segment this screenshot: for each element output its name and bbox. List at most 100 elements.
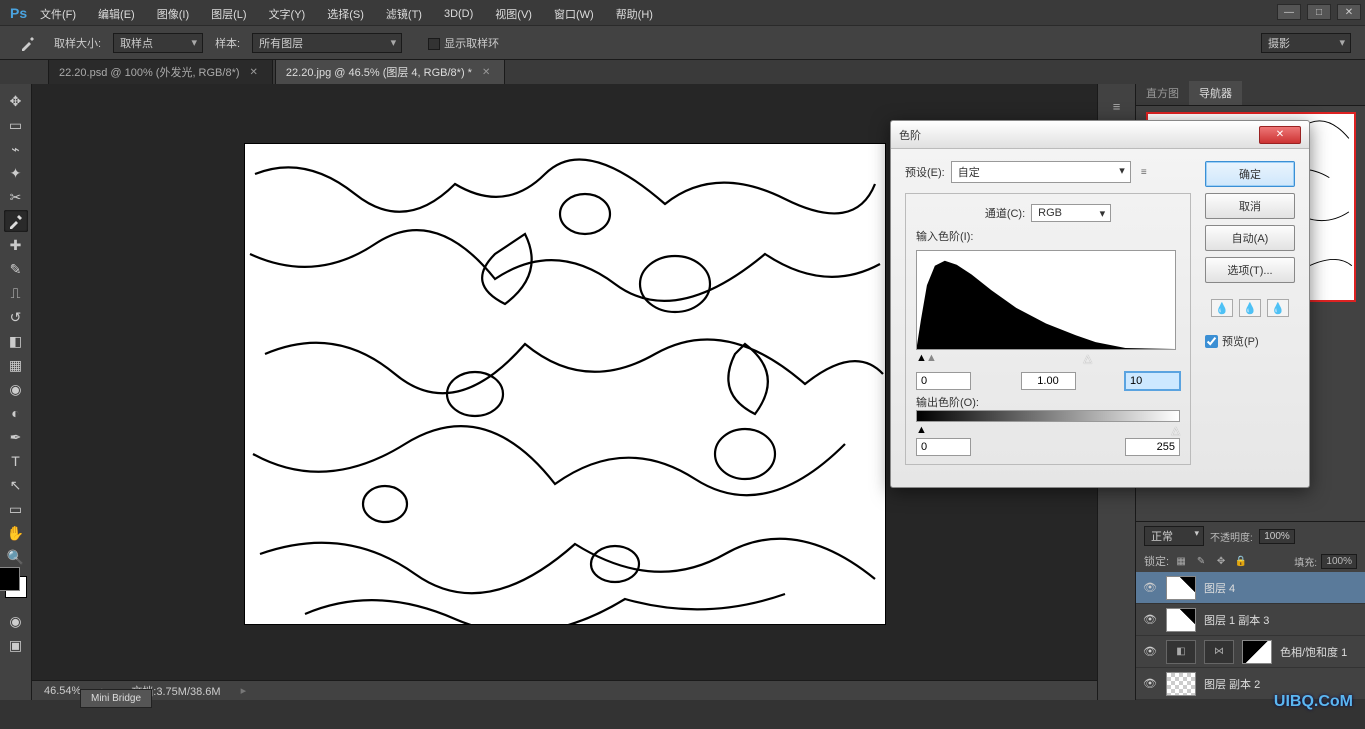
- close-button[interactable]: ✕: [1337, 4, 1361, 20]
- pen-tool[interactable]: ✒: [4, 426, 28, 448]
- stamp-tool[interactable]: ⎍: [4, 282, 28, 304]
- tab-histogram[interactable]: 直方图: [1136, 81, 1189, 105]
- eyedropper-tool[interactable]: [4, 210, 28, 232]
- blend-mode-dropdown[interactable]: 正常: [1144, 526, 1204, 546]
- type-tool[interactable]: T: [4, 450, 28, 472]
- dodge-tool[interactable]: ◐: [4, 402, 28, 424]
- move-tool[interactable]: ✥: [4, 90, 28, 112]
- close-icon[interactable]: ✕: [482, 67, 490, 78]
- gray-eyedropper[interactable]: 💧: [1239, 299, 1261, 317]
- output-white-field[interactable]: [1125, 438, 1180, 456]
- output-black-handle[interactable]: ▲: [916, 424, 927, 436]
- maximize-button[interactable]: □: [1307, 4, 1331, 20]
- zoom-tool[interactable]: 🔍: [4, 546, 28, 568]
- heal-tool[interactable]: ✚: [4, 234, 28, 256]
- black-eyedropper[interactable]: 💧: [1211, 299, 1233, 317]
- menu-help[interactable]: 帮助(H): [616, 6, 653, 22]
- menu-file[interactable]: 文件(F): [40, 6, 76, 22]
- layer-thumb[interactable]: [1166, 576, 1196, 600]
- visibility-icon[interactable]: 👁: [1142, 677, 1158, 690]
- layer-row[interactable]: 👁 图层 4: [1136, 572, 1365, 604]
- menu-layer[interactable]: 图层(L): [211, 6, 246, 22]
- output-black-field[interactable]: [916, 438, 971, 456]
- color-swatches[interactable]: [5, 576, 27, 598]
- crop-tool[interactable]: ✂: [4, 186, 28, 208]
- gamma-handle[interactable]: ▲: [926, 352, 937, 364]
- eraser-tool[interactable]: ◧: [4, 330, 28, 352]
- output-slider[interactable]: ▲ △: [916, 426, 1180, 438]
- path-tool[interactable]: ↖: [4, 474, 28, 496]
- hand-tool[interactable]: ✋: [4, 522, 28, 544]
- preset-menu-icon[interactable]: ≡: [1137, 165, 1151, 179]
- visibility-icon[interactable]: 👁: [1142, 613, 1158, 626]
- input-gamma-field[interactable]: [1021, 372, 1076, 390]
- marquee-tool[interactable]: ▭: [4, 114, 28, 136]
- menu-window[interactable]: 窗口(W): [554, 6, 594, 22]
- layer-row[interactable]: 👁 ◧ ⋈ 色相/饱和度 1: [1136, 636, 1365, 668]
- history-brush-tool[interactable]: ↺: [4, 306, 28, 328]
- white-eyedropper[interactable]: 💧: [1267, 299, 1289, 317]
- doc-tab-1[interactable]: 22.20.psd @ 100% (外发光, RGB/8*)✕: [48, 59, 273, 84]
- visibility-icon[interactable]: 👁: [1142, 645, 1158, 658]
- lock-paint-icon[interactable]: ✎: [1193, 554, 1209, 568]
- input-white-field[interactable]: [1125, 372, 1180, 390]
- layer-row[interactable]: 👁 图层 1 副本 3: [1136, 604, 1365, 636]
- levels-dialog: 色阶 ✕ 预设(E): 自定 ≡ 通道(C): RGB 输入色阶(I):: [890, 120, 1310, 488]
- menu-edit[interactable]: 编辑(E): [98, 6, 135, 22]
- ok-button[interactable]: 确定: [1205, 161, 1295, 187]
- show-ring-label: 显示取样环: [444, 38, 499, 50]
- menu-type[interactable]: 文字(Y): [269, 6, 306, 22]
- sample-layers-dropdown[interactable]: 所有图层: [252, 33, 402, 53]
- layer-thumb[interactable]: [1166, 608, 1196, 632]
- mask-thumb[interactable]: [1242, 640, 1272, 664]
- screenmode-tool[interactable]: ▣: [4, 634, 28, 656]
- input-black-field[interactable]: [916, 372, 971, 390]
- history-panel-icon[interactable]: ≡: [1107, 96, 1127, 116]
- minimize-button[interactable]: —: [1277, 4, 1301, 20]
- menu-3d[interactable]: 3D(D): [444, 8, 473, 20]
- tools-panel: ✥ ▭ ⌁ ✦ ✂ ✚ ✎ ⎍ ↺ ◧ ▦ ◉ ◐ ✒ T ↖ ▭ ✋ 🔍 ◉ …: [0, 84, 32, 700]
- auto-button[interactable]: 自动(A): [1205, 225, 1295, 251]
- watermark: UIBQ.CoM: [1274, 693, 1353, 711]
- lasso-tool[interactable]: ⌁: [4, 138, 28, 160]
- zoom-level[interactable]: 46.54%: [44, 685, 81, 697]
- channel-dropdown[interactable]: RGB: [1031, 204, 1111, 222]
- menu-view[interactable]: 视图(V): [495, 6, 532, 22]
- preset-dropdown[interactable]: 自定: [951, 161, 1131, 183]
- tab-navigator[interactable]: 导航器: [1189, 81, 1242, 105]
- minibridge-tab[interactable]: Mini Bridge: [80, 689, 152, 708]
- lock-move-icon[interactable]: ✥: [1213, 554, 1229, 568]
- menu-image[interactable]: 图像(I): [157, 6, 189, 22]
- canvas[interactable]: [245, 144, 885, 624]
- menu-select[interactable]: 选择(S): [327, 6, 364, 22]
- shape-tool[interactable]: ▭: [4, 498, 28, 520]
- output-white-handle[interactable]: △: [1172, 424, 1180, 437]
- options-button[interactable]: 选项(T)...: [1205, 257, 1295, 283]
- adjustment-icon[interactable]: ◧: [1166, 640, 1196, 664]
- mask-link-icon[interactable]: ⋈: [1204, 640, 1234, 664]
- layer-thumb[interactable]: [1166, 672, 1196, 696]
- output-gradient: [916, 410, 1180, 422]
- dialog-titlebar[interactable]: 色阶 ✕: [891, 121, 1309, 149]
- dialog-close-button[interactable]: ✕: [1259, 126, 1301, 144]
- brush-tool[interactable]: ✎: [4, 258, 28, 280]
- close-icon[interactable]: ✕: [250, 67, 258, 78]
- sample-size-dropdown[interactable]: 取样点: [113, 33, 203, 53]
- wand-tool[interactable]: ✦: [4, 162, 28, 184]
- fill-value[interactable]: 100%: [1321, 554, 1357, 569]
- workspace-dropdown[interactable]: 摄影: [1261, 33, 1351, 53]
- cancel-button[interactable]: 取消: [1205, 193, 1295, 219]
- blur-tool[interactable]: ◉: [4, 378, 28, 400]
- input-slider[interactable]: ▲ ▲ △: [916, 354, 1180, 366]
- white-point-handle[interactable]: △: [1084, 352, 1092, 365]
- quickmask-tool[interactable]: ◉: [4, 610, 28, 632]
- gradient-tool[interactable]: ▦: [4, 354, 28, 376]
- menu-filter[interactable]: 滤镜(T): [386, 6, 422, 22]
- doc-tab-2[interactable]: 22.20.jpg @ 46.5% (图层 4, RGB/8*) *✕: [275, 59, 505, 84]
- lock-all-icon[interactable]: 🔒: [1233, 554, 1249, 568]
- lock-pixels-icon[interactable]: ▦: [1173, 554, 1189, 568]
- opacity-value[interactable]: 100%: [1259, 529, 1295, 544]
- show-ring-checkbox[interactable]: [428, 38, 440, 50]
- visibility-icon[interactable]: 👁: [1142, 581, 1158, 594]
- preview-checkbox[interactable]: [1205, 335, 1218, 348]
